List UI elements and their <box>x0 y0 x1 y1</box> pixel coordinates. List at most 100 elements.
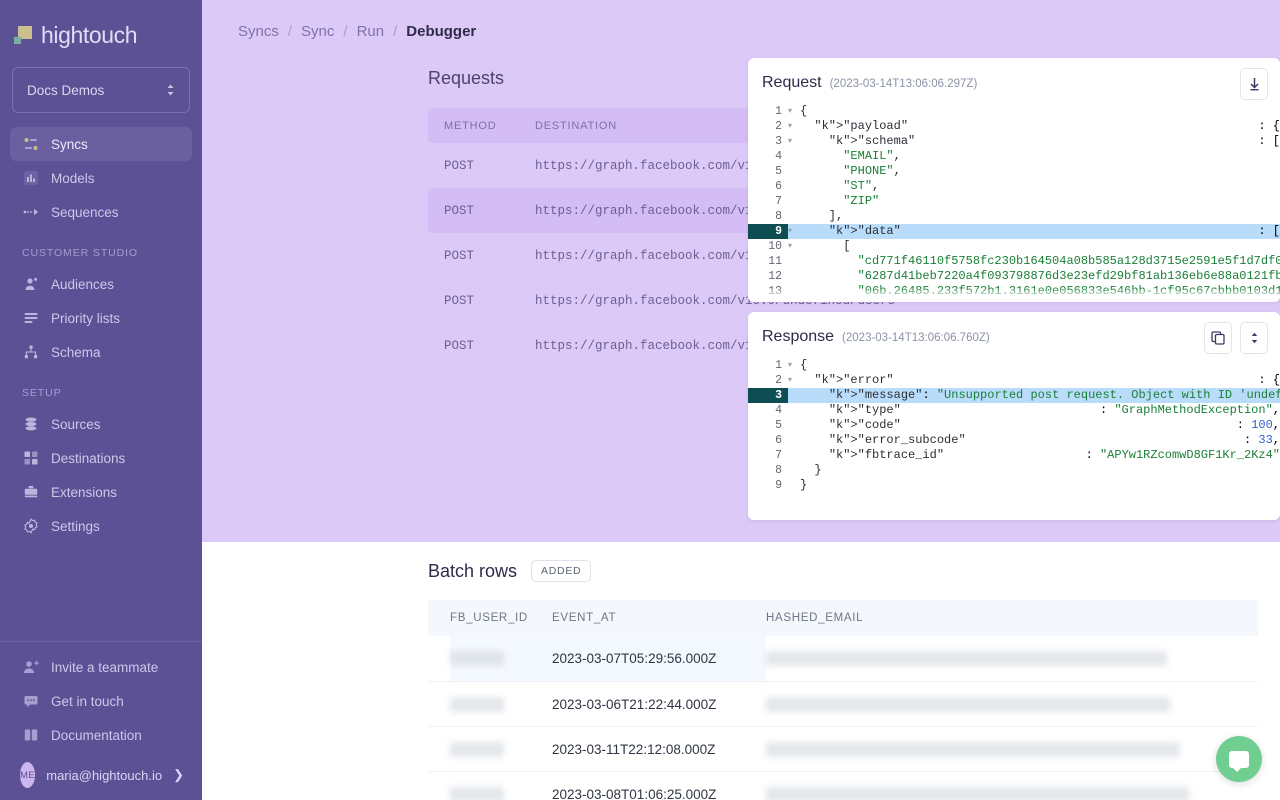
code-text: "PHONE", <box>843 164 901 178</box>
syncs-icon <box>22 136 39 153</box>
chevron-right-icon: ❯ <box>173 767 184 782</box>
fold-toggle-icon[interactable]: ▾ <box>788 224 800 239</box>
breadcrumb-separator: / <box>287 23 293 40</box>
sidebar-item-extensions[interactable]: Extensions <box>10 475 192 509</box>
sidebar-item-priority-lists[interactable]: Priority lists <box>10 301 192 335</box>
fold-toggle-icon[interactable]: ▾ <box>788 119 800 134</box>
code-line: 5 "PHONE", <box>748 164 1280 179</box>
code-line: 8 } <box>748 463 1280 478</box>
code-text: } <box>800 478 808 492</box>
sidebar-item-syncs[interactable]: Syncs <box>10 127 192 161</box>
sidebar-item-sequences[interactable]: Sequences <box>10 195 192 229</box>
fold-toggle-icon[interactable] <box>788 418 800 433</box>
sidebar-item-audiences[interactable]: Audiences <box>10 267 192 301</box>
line-number: 3 <box>748 388 788 403</box>
sidebar-item-label: Documentation <box>51 727 142 743</box>
code-text: "6287d41beb7220a4f093798876d3e23efd29bf8… <box>857 269 1280 283</box>
fold-toggle-icon[interactable] <box>788 179 800 194</box>
code-text: } <box>800 463 822 477</box>
batch-rows-header: Batch rows ADDED <box>428 560 592 582</box>
cell-event-at: 2023-03-06T21:22:44.000Z <box>552 696 717 712</box>
fold-toggle-icon[interactable]: ▾ <box>788 239 800 254</box>
expand-collapse-icon[interactable] <box>1240 322 1268 354</box>
fold-toggle-icon[interactable]: ▾ <box>788 373 800 388</box>
table-row[interactable]: 8885044 2023-03-11T22:12:08.000Z 0cbad8d… <box>428 726 1258 771</box>
fold-toggle-icon[interactable] <box>788 403 800 418</box>
cell-hashed-email: 02a74b8be14c83c188889e19f7f68fa0cc2248e8… <box>766 696 1280 712</box>
line-number: 5 <box>775 419 782 432</box>
fold-toggle-icon[interactable] <box>788 194 800 209</box>
response-panel: Response (2023-03-14T13:06:06.760Z) 1 ▾{2… <box>748 312 1280 520</box>
cell-event-at: 2023-03-07T05:29:56.000Z <box>552 636 766 681</box>
response-code-viewer[interactable]: 1 ▾{2 ▾ "k">"error": {3 "k">"message": "Un… <box>748 352 1280 493</box>
code-text: "k">"error" <box>814 373 894 387</box>
sidebar-item-label: Get in touch <box>51 693 124 709</box>
cell-method: POST <box>444 293 475 308</box>
chat-icon <box>22 693 39 710</box>
copy-icon[interactable] <box>1204 322 1232 354</box>
chat-bubble-icon <box>1229 750 1249 772</box>
breadcrumb-item-sync[interactable]: Sync <box>301 23 334 40</box>
code-line: 11 "cd771f46110f5758fc230b164504a08b585a… <box>748 254 1280 269</box>
code-text: "k">"schema" <box>828 134 916 148</box>
code-text: "k">"fbtrace_id" <box>828 448 945 462</box>
request-code-viewer[interactable]: 1 ▾{2 ▾ "k">"payload": {3 ▾ "k">"schema": [… <box>748 98 1280 299</box>
table-row[interactable]: 8860439 2023-03-08T01:06:25.000Z a3ccba9… <box>428 771 1258 800</box>
fold-toggle-icon[interactable] <box>788 433 800 448</box>
fold-toggle-icon[interactable] <box>788 254 800 269</box>
fold-toggle-icon[interactable] <box>788 149 800 164</box>
breadcrumb-item-run[interactable]: Run <box>357 23 385 40</box>
avatar: ME <box>20 762 36 788</box>
fold-toggle-icon[interactable]: ▾ <box>788 104 800 119</box>
sidebar-bottom-nav: Invite a teammate Get in touch Documenta… <box>0 650 202 800</box>
code-text: "cd771f46110f5758fc230b164504a08b585a128… <box>857 254 1280 268</box>
sidebar-item-destinations[interactable]: Destinations <box>10 441 192 475</box>
fold-toggle-icon[interactable] <box>788 463 800 478</box>
table-row[interactable]: 1679634 2023-03-06T21:22:44.000Z 02a74b8… <box>428 681 1258 726</box>
sidebar-item-label: Destinations <box>51 450 126 466</box>
cell-event-at: 2023-03-11T22:12:08.000Z <box>552 741 716 757</box>
code-text: ], <box>800 209 844 223</box>
download-icon[interactable] <box>1240 68 1268 100</box>
sidebar-section-customer-studio: CUSTOMER STUDIO <box>22 247 138 259</box>
code-line: 7 "k">"fbtrace_id": "APYw1RZcomwD8GF1Kr_… <box>748 448 1280 463</box>
fold-toggle-icon[interactable] <box>788 448 800 463</box>
sidebar-item-sources[interactable]: Sources <box>10 407 192 441</box>
line-number: 4 <box>775 404 782 417</box>
user-account-menu[interactable]: ME maria@hightouch.io ❯ <box>10 756 192 794</box>
code-text: "k">"payload" <box>814 119 909 133</box>
chat-widget-button[interactable] <box>1216 736 1262 782</box>
code-line: 8 ], <box>748 209 1280 224</box>
line-number: 7 <box>775 195 782 208</box>
breadcrumb-item-syncs[interactable]: Syncs <box>238 23 279 40</box>
fold-toggle-icon[interactable] <box>788 388 800 403</box>
fold-toggle-icon[interactable]: ▾ <box>788 358 800 373</box>
settings-gear-icon <box>22 518 39 535</box>
code-line: 2 ▾ "k">"payload": { <box>748 119 1280 134</box>
line-number: 1 <box>775 105 782 118</box>
workspace-selector[interactable]: Docs Demos <box>12 67 190 113</box>
brand-logo[interactable]: hightouch <box>0 0 202 52</box>
line-number: 6 <box>775 434 782 447</box>
sidebar-item-label: Priority lists <box>51 310 121 326</box>
code-fade <box>748 288 1280 302</box>
sidebar-item-get-in-touch[interactable]: Get in touch <box>10 684 192 718</box>
fold-toggle-icon[interactable] <box>788 209 800 224</box>
request-panel-actions <box>1240 68 1268 100</box>
sidebar-item-models[interactable]: Models <box>10 161 192 195</box>
fold-toggle-icon[interactable]: ▾ <box>788 134 800 149</box>
fold-toggle-icon[interactable] <box>788 478 800 493</box>
sidebar-item-documentation[interactable]: Documentation <box>10 718 192 752</box>
sidebar-item-schema[interactable]: Schema <box>10 335 192 369</box>
sidebar-item-invite-teammate[interactable]: Invite a teammate <box>10 650 192 684</box>
sidebar: hightouch Docs Demos Syncs Models Sequen… <box>0 0 202 800</box>
line-number: 6 <box>775 180 782 193</box>
sidebar-item-settings[interactable]: Settings <box>10 509 192 543</box>
sidebar-item-label: Syncs <box>51 136 88 152</box>
fold-toggle-icon[interactable] <box>788 164 800 179</box>
cell-event-at: 2023-03-08T01:06:25.000Z <box>552 786 717 800</box>
fold-toggle-icon[interactable] <box>788 269 800 284</box>
batch-rows-table: FB_USER_ID EVENT_AT HASHED_EMAIL HASHED_… <box>428 600 1258 800</box>
table-row[interactable]: 8854615 2023-03-07T05:29:56.000Z cd771f4… <box>428 636 1258 681</box>
code-text: "k">"message" <box>828 388 923 402</box>
